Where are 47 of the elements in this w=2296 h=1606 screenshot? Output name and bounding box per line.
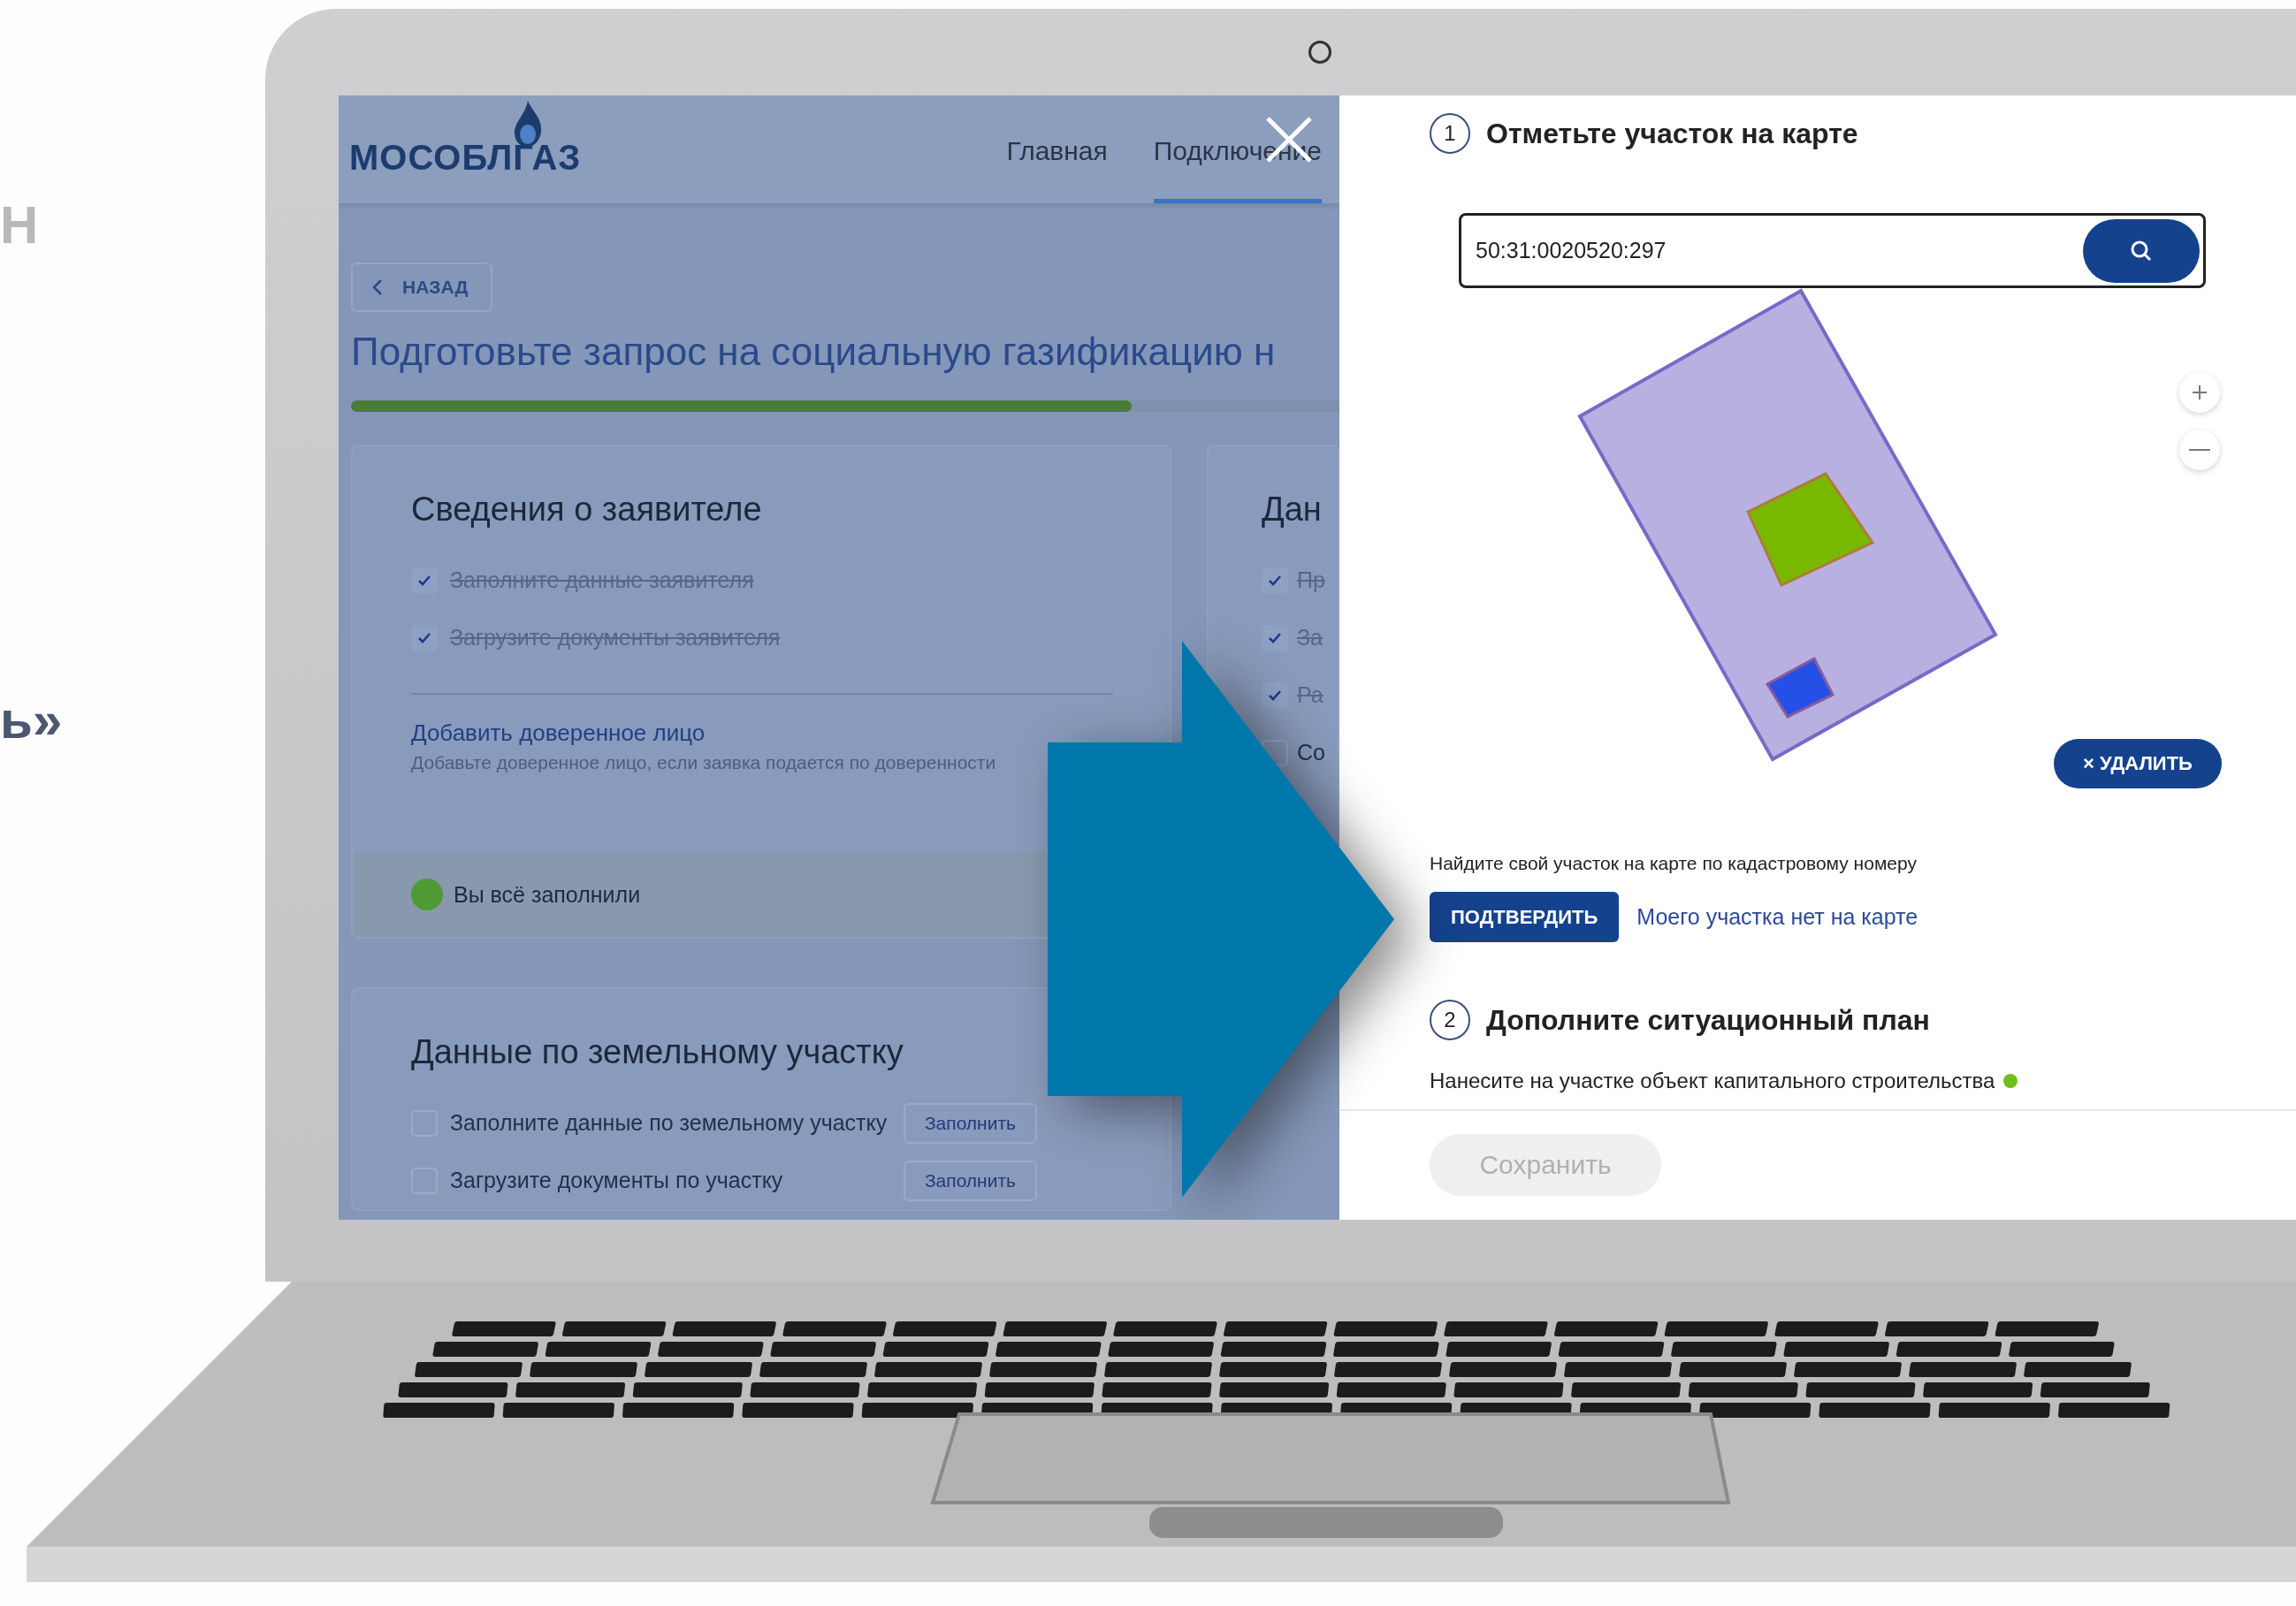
card-heading: Сведения о заявителе (411, 491, 763, 529)
delete-button[interactable]: × УДАЛИТЬ (2054, 739, 2222, 788)
flame-icon (513, 101, 543, 147)
nav-tab[interactable]: Главная (1006, 95, 1108, 203)
task-checkbox[interactable] (411, 567, 438, 594)
cropped-text: ь» (0, 694, 63, 747)
logo-wordmark: МОСОБЛГАЗ (349, 137, 582, 178)
cropped-text: Н (0, 199, 39, 252)
step-number: 1 (1430, 113, 1470, 154)
fill-button[interactable]: Заполнить (903, 1102, 1037, 1144)
task-checkbox[interactable] (1262, 567, 1288, 594)
check-icon (1268, 574, 1282, 587)
step-title: Отметьте участок на карте (1486, 117, 1858, 150)
check-icon (1268, 689, 1282, 702)
step-title: Дополните ситуационный план (1486, 1003, 1930, 1037)
step-number: 2 (1430, 1000, 1470, 1040)
back-button[interactable]: НАЗАД (351, 263, 493, 312)
task-checkbox[interactable] (1262, 624, 1288, 651)
task-label: Со (1297, 740, 1325, 765)
check-icon (417, 574, 431, 587)
camera-icon (1308, 41, 1331, 64)
check-icon (1268, 631, 1282, 644)
minus-icon (2189, 448, 2210, 452)
hint-text: Добавьте доверенное лицо, если заявка подается по доверенности (411, 752, 996, 773)
map-hint: Найдите свой участок на карте по кадастровому номеру (1430, 853, 1918, 874)
card-heading: Дан (1262, 491, 1323, 529)
zoom-in-button[interactable] (2179, 372, 2220, 413)
task-checkbox[interactable] (1262, 681, 1288, 709)
chevron-left-icon (372, 278, 383, 296)
status-text: Вы всё заполнили (454, 881, 641, 908)
not-on-map-link[interactable]: Моего участка нет на карте (1636, 904, 1918, 930)
confirm-button[interactable]: ПОДТВЕРДИТЬ (1430, 892, 1620, 942)
card-heading: Данные по земельному участку (411, 1033, 904, 1071)
page-title: Подготовьте запрос на социальную газификацию н (351, 330, 1276, 374)
task-label: Заполните данные по земельному участку (450, 1110, 888, 1136)
zoom-out-button[interactable] (2179, 430, 2220, 470)
plus-icon (2191, 384, 2208, 401)
search-icon (2130, 239, 2153, 263)
check-icon (417, 631, 431, 644)
fill-button[interactable]: Заполнить (903, 1160, 1037, 1201)
search-field[interactable]: 50:31:0020520:297 (1459, 213, 2206, 288)
task-label: Загрузите документы по участку (450, 1168, 783, 1193)
search-input[interactable]: 50:31:0020520:297 (1474, 237, 2083, 264)
plan-task-text: Нанесите на участке объект капитального строительства (1430, 1069, 1995, 1093)
task-checkbox[interactable] (411, 624, 438, 651)
add-proxy-link[interactable]: Добавить доверенное лицо (411, 719, 706, 747)
status-dot (411, 879, 443, 910)
